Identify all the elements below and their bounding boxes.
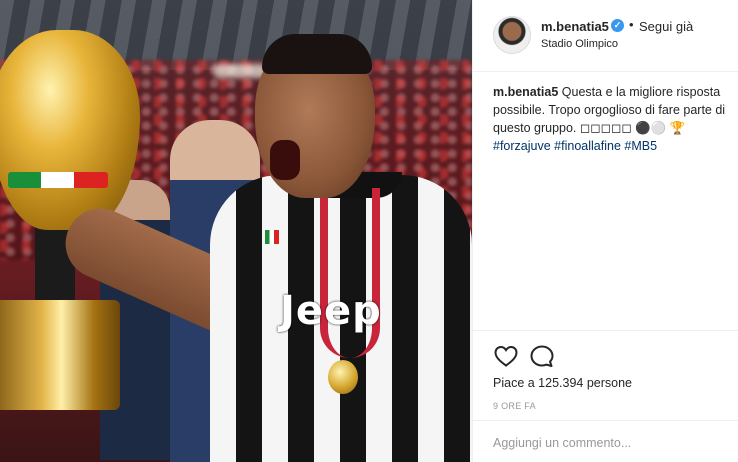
medal: [328, 360, 358, 394]
hashtag-link[interactable]: #MB5: [624, 139, 657, 153]
comment-box: [473, 420, 738, 462]
trophy-cup: [0, 30, 140, 230]
caption-hashtags: #forzajuve #finoallafine #MB5: [493, 137, 731, 155]
post-header: m.benatia5 ✓ • Segui già Stadio Olimpico: [473, 0, 738, 72]
flag-patch: [265, 230, 279, 244]
header-username[interactable]: m.benatia5: [541, 19, 609, 34]
post-timestamp: 9 ORE FA: [493, 401, 536, 411]
avatar-icon[interactable]: [493, 16, 531, 54]
follow-button[interactable]: Segui già: [639, 19, 693, 34]
jersey-sponsor-text: Jeep: [280, 288, 382, 334]
post-caption: m.benatia5 Questa e la migliore risposta…: [493, 83, 731, 155]
caption-username[interactable]: m.benatia5: [493, 85, 558, 99]
player-mouth: [270, 140, 300, 180]
verified-badge-icon: ✓: [611, 19, 624, 32]
actions-divider: [473, 330, 738, 331]
heart-icon[interactable]: [493, 344, 519, 368]
stadium-lights: [215, 64, 265, 78]
post-photo[interactable]: Jeep: [0, 0, 472, 462]
trophy-base: [0, 300, 120, 410]
likes-count[interactable]: Piace a 125.394 persone: [493, 376, 632, 390]
trophy-band: [8, 172, 108, 188]
hashtag-link[interactable]: #forzajuve: [493, 139, 551, 153]
post-side-panel: m.benatia5 ✓ • Segui già Stadio Olimpico…: [472, 0, 738, 462]
location-link[interactable]: Stadio Olimpico: [541, 38, 618, 50]
hashtag-link[interactable]: #finoallafine: [554, 139, 621, 153]
separator-dot: •: [629, 17, 634, 32]
comment-input[interactable]: [493, 433, 719, 453]
comment-icon[interactable]: [529, 344, 555, 368]
player-hair: [262, 34, 372, 74]
